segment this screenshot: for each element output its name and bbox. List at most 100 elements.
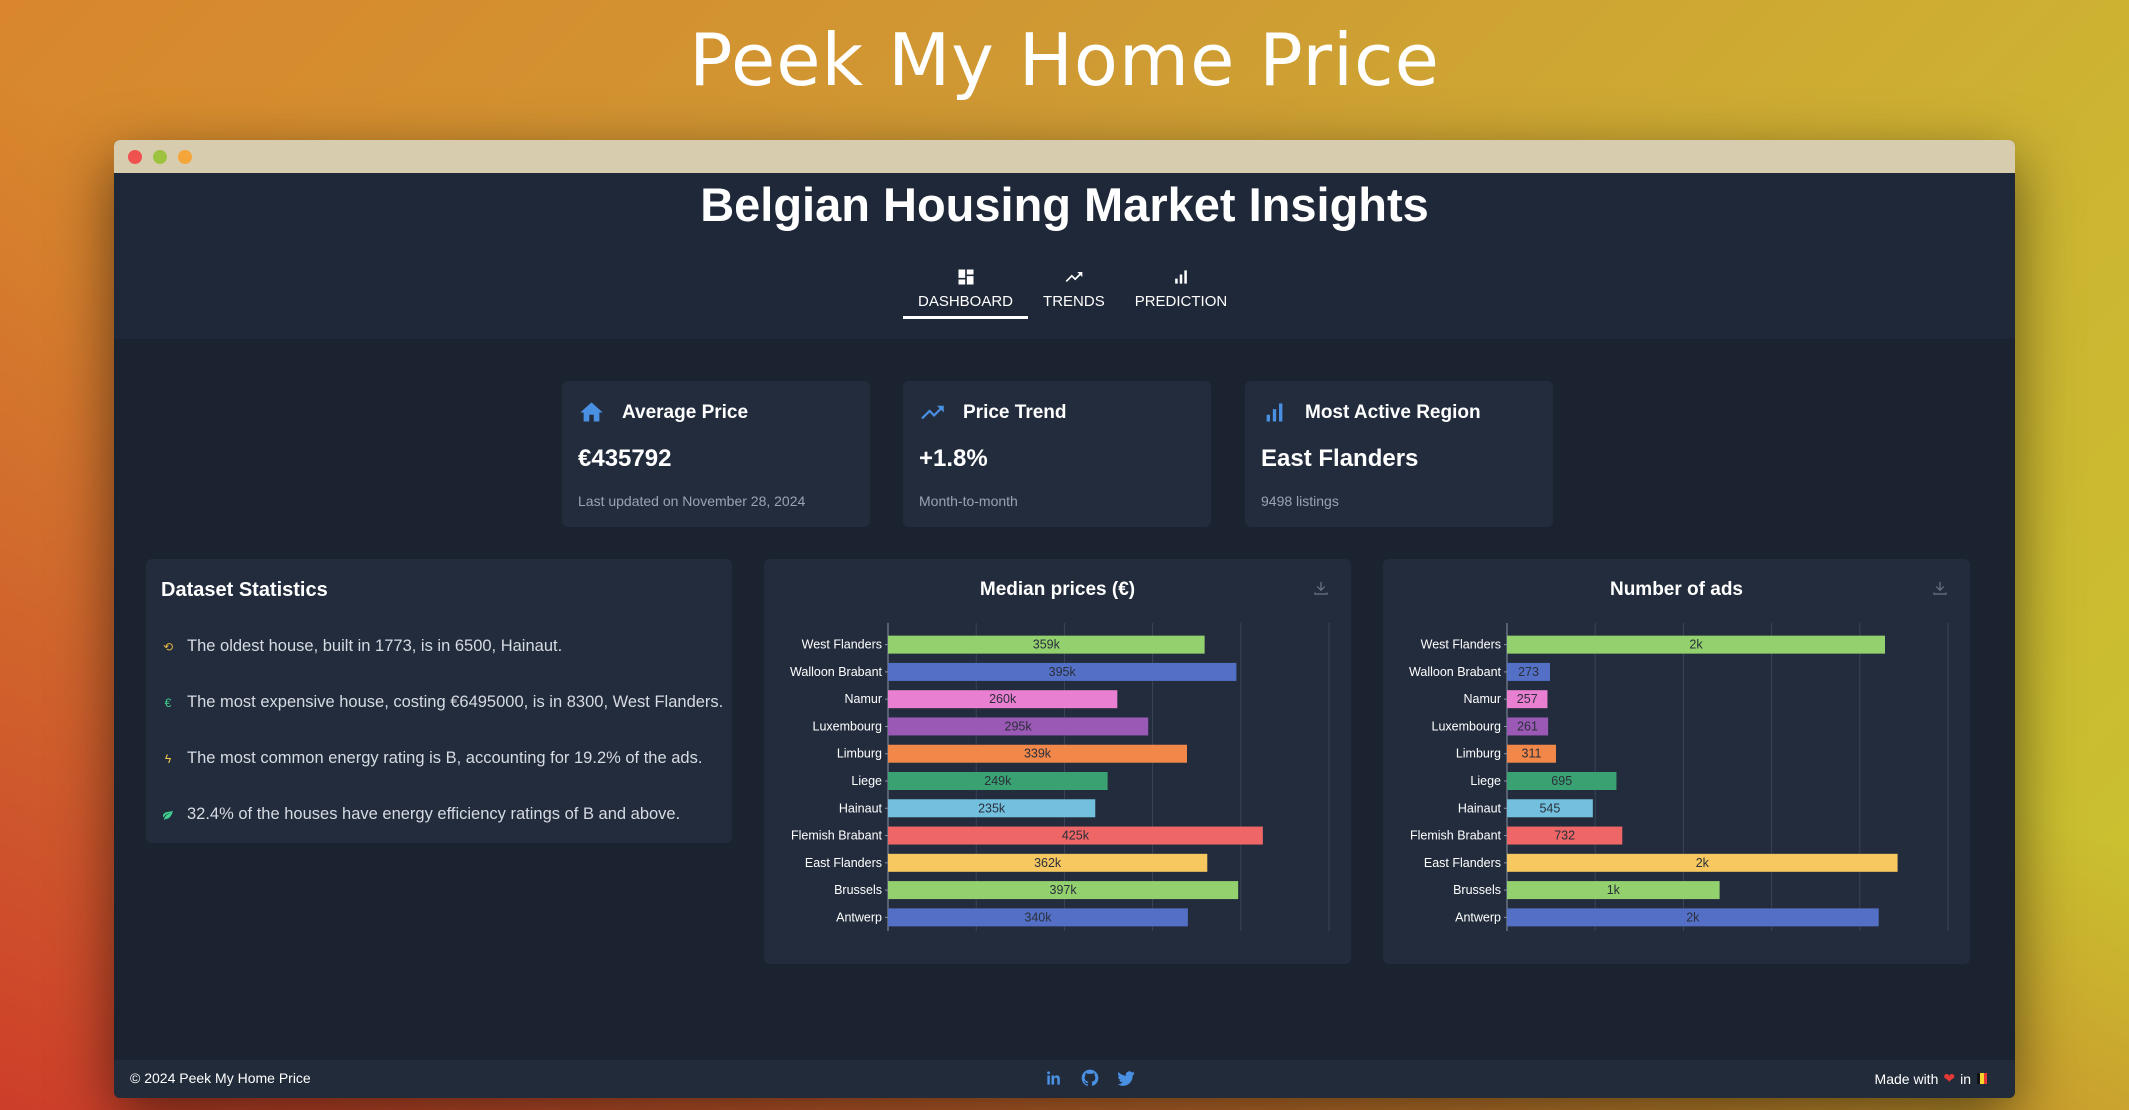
category-label: Luxembourg (813, 719, 883, 733)
price-trend-value: +1.8% (919, 445, 988, 472)
bolt-icon: ϟ (164, 751, 172, 766)
footer: © 2024 Peek My Home Price Made with ❤ in (114, 1060, 2015, 1098)
trending-up-icon (1065, 272, 1083, 282)
active-region-value: East Flanders (1261, 445, 1419, 472)
data-label: 260k (989, 692, 1017, 706)
category-label: Walloon Brabant (1409, 665, 1501, 679)
category-label: Walloon Brabant (790, 665, 882, 679)
active-region-card: Most Active Region East Flanders 9498 li… (1245, 381, 1553, 527)
price-trend-card: Price Trend +1.8% Month-to-month (903, 381, 1211, 527)
category-label: Hainaut (1458, 801, 1502, 815)
number-of-ads-chart-card: Number of ads West Flanders 2k Walloon Bra… (1383, 559, 1970, 964)
linkedin-icon[interactable] (1044, 1068, 1064, 1088)
maximize-window-button[interactable] (178, 150, 192, 164)
category-label: Liege (1470, 774, 1501, 788)
stat-item: ϟ The most common energy rating is B, ac… (161, 749, 703, 768)
tab-dashboard[interactable]: DASHBOARD (903, 267, 1029, 319)
category-label: West Flanders (802, 638, 882, 652)
page-title: Belgian Housing Market Insights (700, 178, 1429, 231)
data-label: 261 (1517, 719, 1538, 733)
twitter-icon[interactable] (1116, 1068, 1136, 1088)
category-label: West Flanders (1421, 638, 1501, 652)
stat-text: 32.4% of the houses have energy efficien… (187, 805, 681, 823)
data-label: 397k (1050, 883, 1078, 897)
bar-chart-icon (1266, 403, 1283, 422)
category-label: Brussels (1453, 883, 1501, 897)
category-label: Liege (851, 774, 882, 788)
active-region-listings: 9498 listings (1261, 493, 1339, 509)
data-label: 340k (1024, 910, 1052, 924)
dataset-statistics-card: Dataset Statistics ⟲ The oldest house, b… (146, 559, 732, 843)
category-label: Flemish Brabant (1410, 829, 1502, 843)
data-label: 2k (1689, 638, 1703, 652)
stat-text: The oldest house, built in 1773, is in 6… (187, 637, 563, 655)
dashboard-icon (958, 269, 974, 285)
close-window-button[interactable] (128, 150, 142, 164)
heart-icon: ❤ (1943, 1070, 1956, 1086)
data-label: 425k (1062, 829, 1090, 843)
tab-prediction-label: PREDICTION (1134, 293, 1228, 310)
data-label: 732 (1554, 829, 1575, 843)
data-label: 273 (1518, 665, 1539, 679)
median-prices-chart-card: Median prices (€) West Flanders 359k Wallo… (764, 559, 1351, 964)
average-price-updated: Last updated on November 28, 2024 (578, 493, 806, 509)
data-label: 2k (1696, 856, 1710, 870)
average-price-title: Average Price (622, 401, 749, 423)
category-label: Antwerp (836, 910, 882, 924)
data-label: 249k (984, 774, 1012, 788)
data-label: 311 (1522, 747, 1542, 761)
leaf-icon (161, 808, 175, 822)
stat-item: ⟲ The oldest house, built in 1773, is in… (161, 637, 562, 656)
tab-prediction[interactable]: PREDICTION (1120, 267, 1243, 319)
category-label: Namur (1463, 692, 1501, 706)
tab-trends-label: TRENDS (1043, 293, 1105, 310)
app-window: Belgian Housing Market Insights DASHBOAR… (114, 140, 2015, 1098)
data-label: 695 (1551, 774, 1572, 788)
category-label: Flemish Brabant (791, 829, 883, 843)
category-label: Brussels (834, 883, 882, 897)
active-region-title: Most Active Region (1305, 401, 1481, 423)
category-label: East Flanders (805, 856, 882, 870)
minimize-window-button[interactable] (153, 150, 167, 164)
app-header: Belgian Housing Market Insights DASHBOAR… (114, 173, 2015, 339)
tab-dashboard-label: DASHBOARD (918, 293, 1014, 310)
stat-text: The most expensive house, costing €64950… (187, 693, 724, 711)
window-titlebar (114, 140, 2015, 173)
median-prices-chart: West Flanders 359k Walloon Brabant 395k Namu… (790, 623, 1330, 931)
category-label: Hainaut (839, 801, 883, 815)
history-icon: ⟲ (162, 639, 174, 654)
stat-item: € The most expensive house, costing €649… (161, 693, 724, 712)
data-label: 235k (978, 801, 1006, 815)
data-label: 257 (1517, 692, 1538, 706)
category-label: Limburg (837, 747, 882, 761)
data-label: 2k (1686, 910, 1700, 924)
euro-icon: € (164, 695, 172, 710)
category-label: Luxembourg (1432, 719, 1502, 733)
made-with-text: Made with (1874, 1070, 1939, 1087)
trending-up-icon (921, 405, 944, 420)
data-label: 295k (1005, 719, 1033, 733)
data-label: 1k (1607, 883, 1621, 897)
tab-trends[interactable]: TRENDS (1028, 267, 1120, 319)
price-trend-title: Price Trend (963, 401, 1067, 423)
data-label: 545 (1539, 801, 1560, 815)
made-in-text: in (1960, 1070, 1971, 1087)
data-label: 395k (1049, 665, 1077, 679)
category-label: East Flanders (1424, 856, 1501, 870)
average-price-card: Average Price €435792 Last updated on No… (562, 381, 870, 527)
github-icon[interactable] (1080, 1068, 1100, 1088)
average-price-value: €435792 (578, 445, 672, 472)
category-label: Namur (844, 692, 882, 706)
stat-item: 32.4% of the houses have energy efficien… (161, 805, 680, 824)
tab-bar: DASHBOARD TRENDS PREDICTION (903, 267, 1242, 319)
price-trend-sub: Month-to-month (919, 493, 1018, 509)
stat-text: The most common energy rating is B, acco… (187, 749, 703, 767)
category-label: Antwerp (1455, 910, 1501, 924)
number-of-ads-chart: West Flanders 2k Walloon Brabant 273 Namur 25… (1409, 623, 1949, 931)
data-label: 362k (1034, 856, 1062, 870)
data-label: 359k (1033, 638, 1061, 652)
bar-chart-icon (1175, 270, 1187, 284)
dataset-statistics-title: Dataset Statistics (161, 579, 328, 601)
category-label: Limburg (1456, 747, 1501, 761)
belgium-flag-icon (1977, 1073, 1987, 1084)
